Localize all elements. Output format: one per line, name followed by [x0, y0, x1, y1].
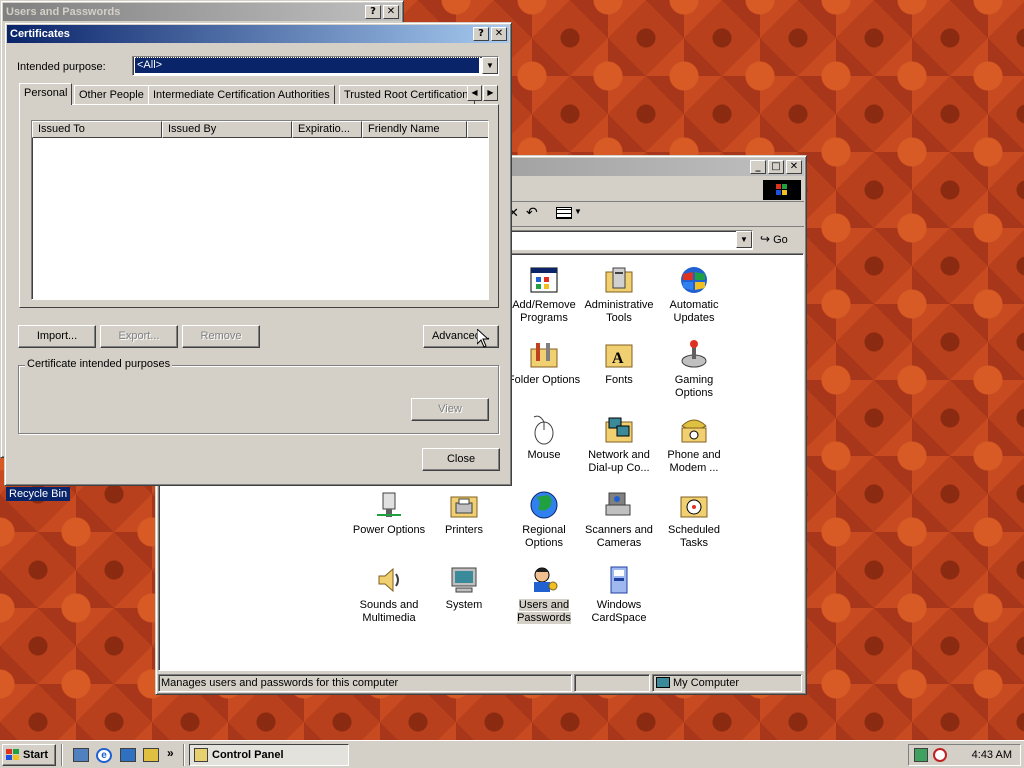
- control-panel-item[interactable]: Automatic Updates: [656, 264, 732, 325]
- add-remove-programs-icon: [528, 264, 560, 296]
- phone-modem-icon: [678, 414, 710, 446]
- system-tray: 4:43 AM: [908, 744, 1021, 766]
- status-bar: Manages users and passwords for this com…: [158, 673, 804, 692]
- internet-explorer-icon[interactable]: e: [96, 748, 112, 763]
- column-issued-to[interactable]: Issued To: [32, 121, 162, 138]
- administrative-tools-icon: [603, 264, 635, 296]
- intended-purposes-group: Certificate intended purposes View: [18, 358, 499, 434]
- media-icon[interactable]: [143, 748, 159, 762]
- control-panel-item[interactable]: Power Options: [351, 489, 427, 537]
- windows-logo-icon: [763, 180, 801, 200]
- outlook-express-icon[interactable]: [120, 748, 136, 762]
- close-button[interactable]: ✕: [491, 27, 507, 41]
- remove-button[interactable]: Remove: [182, 325, 260, 348]
- control-panel-item[interactable]: Network and Dial-up Co...: [581, 414, 657, 475]
- tab-panel: Issued To Issued By Expiratio... Friendl…: [19, 104, 499, 308]
- close-dialog-button[interactable]: Close: [422, 448, 500, 471]
- address-dropdown-icon[interactable]: ▼: [736, 231, 752, 248]
- printers-icon: [448, 489, 480, 521]
- control-panel-item[interactable]: Add/Remove Programs: [506, 264, 582, 325]
- go-button[interactable]: ↪ Go: [760, 231, 800, 250]
- intended-purpose-label: Intended purpose:: [17, 61, 106, 73]
- view-button[interactable]: View: [411, 398, 489, 421]
- users-passwords-icon: [528, 564, 560, 596]
- computer-icon: [656, 677, 670, 688]
- security-tray-icon[interactable]: [933, 748, 947, 762]
- export-button[interactable]: Export...: [100, 325, 178, 348]
- clock[interactable]: 4:43 AM: [972, 749, 1012, 761]
- column-expiration[interactable]: Expiratio...: [292, 121, 362, 138]
- tab-other-people[interactable]: Other People: [74, 85, 149, 105]
- automatic-updates-icon: [678, 264, 710, 296]
- control-panel-item[interactable]: Scheduled Tasks: [656, 489, 732, 550]
- recycle-bin-label[interactable]: Recycle Bin: [6, 487, 71, 501]
- views-icon[interactable]: [556, 207, 572, 219]
- taskbar-control-panel-button[interactable]: Control Panel: [189, 744, 349, 766]
- network-tray-icon[interactable]: [914, 748, 928, 762]
- import-button[interactable]: Import...: [18, 325, 96, 348]
- windows-flag-icon: [6, 749, 20, 761]
- control-panel-item[interactable]: Windows CardSpace: [581, 564, 657, 625]
- dropdown-arrow-icon[interactable]: ▼: [482, 57, 498, 74]
- certificates-titlebar: Certificates ? ✕: [7, 25, 509, 43]
- status-zone: My Computer: [652, 674, 802, 692]
- views-dropdown-icon[interactable]: ▼: [574, 207, 582, 216]
- quicklaunch-more-icon[interactable]: »: [167, 746, 174, 760]
- help-button[interactable]: ?: [365, 5, 381, 19]
- tab-scroll-left-icon[interactable]: ◀: [467, 85, 482, 101]
- close-button[interactable]: ✕: [383, 5, 399, 19]
- control-panel-item[interactable]: Phone and Modem ...: [656, 414, 732, 475]
- folder-options-icon: [528, 339, 560, 371]
- mouse-pointer-icon: [477, 329, 489, 348]
- status-text: Manages users and passwords for this com…: [158, 674, 572, 692]
- system-icon: [448, 564, 480, 596]
- control-panel-icon: [194, 748, 208, 762]
- minimize-button[interactable]: _: [750, 160, 766, 174]
- close-button[interactable]: ✕: [786, 160, 802, 174]
- mouse-icon: [528, 414, 560, 446]
- power-options-icon: [373, 489, 405, 521]
- users-passwords-titlebar: Users and Passwords ? ✕: [3, 3, 401, 21]
- control-panel-item[interactable]: Printers: [426, 489, 502, 537]
- certificates-dialog: Certificates ? ✕ Intended purpose: <All>…: [4, 22, 512, 486]
- control-panel-item[interactable]: Administrative Tools: [581, 264, 657, 325]
- control-panel-item[interactable]: Mouse: [506, 414, 582, 462]
- control-panel-item[interactable]: Gaming Options: [656, 339, 732, 400]
- column-friendly-name[interactable]: Friendly Name: [362, 121, 467, 138]
- show-desktop-icon[interactable]: [73, 748, 89, 762]
- help-button[interactable]: ?: [473, 27, 489, 41]
- tab-trusted-root[interactable]: Trusted Root Certification: [339, 85, 475, 105]
- control-panel-item[interactable]: System: [426, 564, 502, 612]
- control-panel-item[interactable]: Regional Options: [506, 489, 582, 550]
- column-issued-by[interactable]: Issued By: [162, 121, 292, 138]
- tab-strip: Personal Other People Intermediate Certi…: [19, 83, 499, 105]
- intended-purpose-select[interactable]: <All> ▼: [132, 56, 499, 76]
- go-arrow-icon: ↪: [760, 232, 771, 246]
- certificate-list[interactable]: Issued To Issued By Expiratio... Friendl…: [31, 120, 489, 300]
- control-panel-item[interactable]: Sounds and Multimedia: [351, 564, 427, 625]
- tab-personal[interactable]: Personal: [19, 83, 73, 105]
- tab-scroll-right-icon[interactable]: ▶: [483, 85, 498, 101]
- control-panel-item[interactable]: Scanners and Cameras: [581, 489, 657, 550]
- fonts-icon: A: [603, 339, 635, 371]
- taskbar: Start e » Control Panel 4:43 AM: [0, 740, 1024, 768]
- gaming-options-icon: [678, 339, 710, 371]
- regional-options-icon: [528, 489, 560, 521]
- scheduled-tasks-icon: [678, 489, 710, 521]
- tab-intermediate-ca[interactable]: Intermediate Certification Authorities: [148, 85, 335, 105]
- control-panel-item[interactable]: Folder Options: [506, 339, 582, 387]
- control-panel-item[interactable]: A Fonts: [581, 339, 657, 387]
- maximize-button[interactable]: □: [768, 160, 784, 174]
- svg-text:A: A: [612, 350, 624, 367]
- network-icon: [603, 414, 635, 446]
- control-panel-item[interactable]: Users and Passwords: [506, 564, 582, 625]
- start-button[interactable]: Start: [2, 744, 56, 766]
- cardspace-icon: [603, 564, 635, 596]
- scanners-cameras-icon: [603, 489, 635, 521]
- undo-icon[interactable]: ↶: [526, 205, 538, 221]
- sounds-icon: [373, 564, 405, 596]
